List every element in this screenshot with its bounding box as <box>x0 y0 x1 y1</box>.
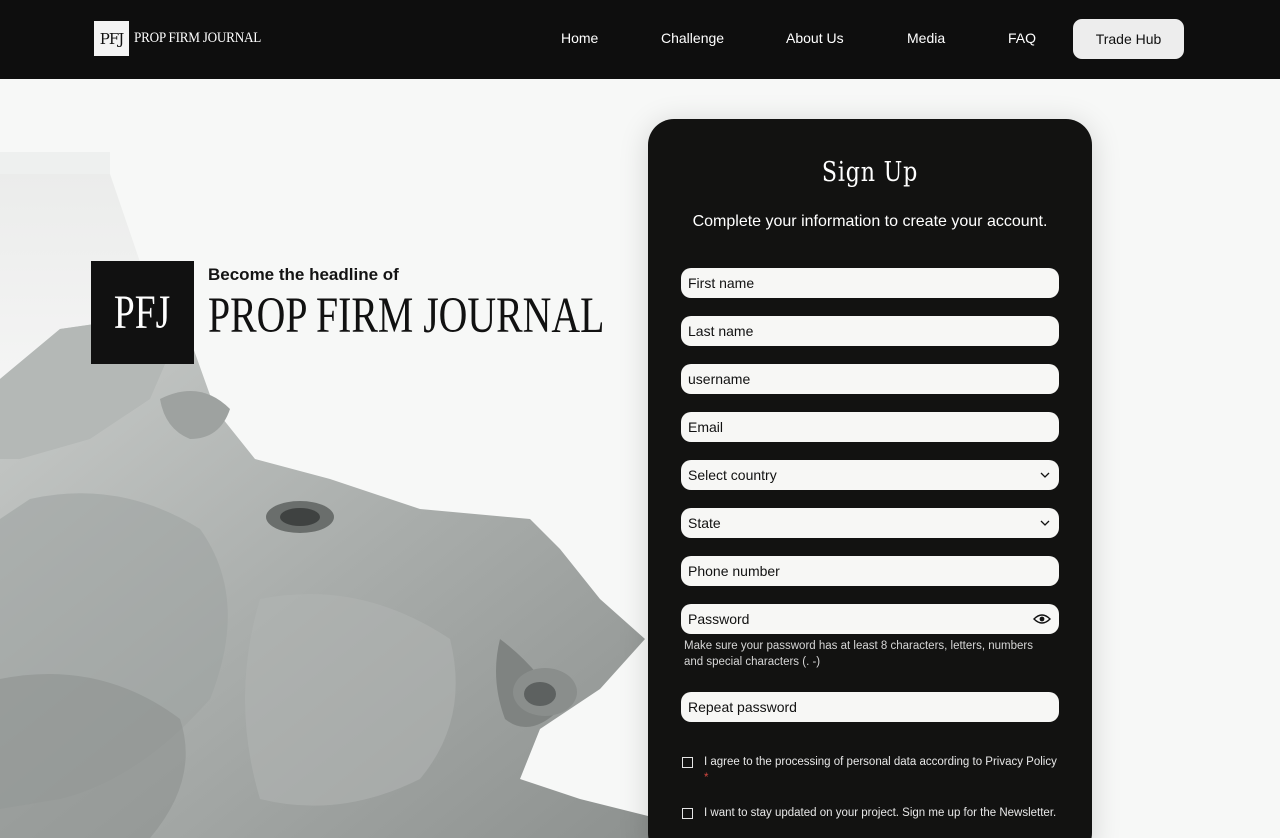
nav-about-us[interactable]: About Us <box>786 30 844 46</box>
logo-wordmark: PROP FIRM JOURNAL <box>134 30 262 46</box>
state-select-value: State <box>688 515 721 531</box>
last-name-placeholder: Last name <box>688 323 754 339</box>
first-name-field[interactable]: First name <box>681 268 1059 298</box>
password-placeholder: Password <box>688 611 750 627</box>
country-select[interactable]: Select country <box>681 460 1059 490</box>
hero-subtitle: Become the headline of <box>208 265 399 284</box>
eye-icon[interactable] <box>1032 612 1052 626</box>
logo-mark: PFJ <box>94 21 129 56</box>
repeat-password-field[interactable]: Repeat password <box>681 692 1059 722</box>
last-name-field[interactable]: Last name <box>681 316 1059 346</box>
country-select-value: Select country <box>688 467 777 483</box>
hero-title: PROP FIRM JOURNAL <box>208 288 605 344</box>
username-placeholder: username <box>688 371 751 387</box>
state-select[interactable]: State <box>681 508 1059 538</box>
privacy-consent-text: I agree to the processing of personal da… <box>704 756 1057 784</box>
phone-number-placeholder: Phone number <box>688 563 780 579</box>
top-navigation-bar: PFJ PROP FIRM JOURNAL Home Challenge Abo… <box>0 0 1280 79</box>
signup-title: Sign Up <box>821 157 919 188</box>
username-field[interactable]: username <box>681 364 1059 394</box>
site-logo[interactable]: PFJ PROP FIRM JOURNAL <box>94 21 278 56</box>
trade-hub-button[interactable]: Trade Hub <box>1073 19 1184 59</box>
newsletter-checkbox[interactable] <box>682 808 693 819</box>
signup-subtitle: Complete your information to create your… <box>692 213 1048 230</box>
email-placeholder: Email <box>688 419 724 435</box>
nav-home[interactable]: Home <box>561 30 598 46</box>
chevron-down-icon <box>1038 516 1052 530</box>
password-hint: Make sure your password has at least 8 c… <box>684 640 1033 668</box>
password-field[interactable]: Password <box>681 604 1059 634</box>
newsletter-row: I want to stay updated on your project. … <box>682 805 1060 821</box>
chevron-down-icon <box>1038 468 1052 482</box>
first-name-placeholder: First name <box>688 275 755 291</box>
privacy-consent-row: I agree to the processing of personal da… <box>682 754 1060 786</box>
email-field[interactable]: Email <box>681 412 1059 442</box>
hero-brand: PFJ Become the headline of PROP FIRM JOU… <box>91 261 716 364</box>
repeat-password-placeholder: Repeat password <box>688 699 797 715</box>
signup-card: Sign Up Complete your information to cre… <box>648 119 1092 838</box>
nav-media[interactable]: Media <box>907 30 945 46</box>
nav-challenge[interactable]: Challenge <box>661 30 724 46</box>
privacy-checkbox[interactable] <box>682 757 693 768</box>
bull-hero-image <box>0 79 660 838</box>
hero-logo-mark: PFJ <box>91 261 194 364</box>
nav-faq[interactable]: FAQ <box>1008 30 1036 46</box>
phone-number-field[interactable]: Phone number <box>681 556 1059 586</box>
newsletter-text: I want to stay updated on your project. … <box>704 807 1057 819</box>
required-mark: * <box>704 772 709 784</box>
